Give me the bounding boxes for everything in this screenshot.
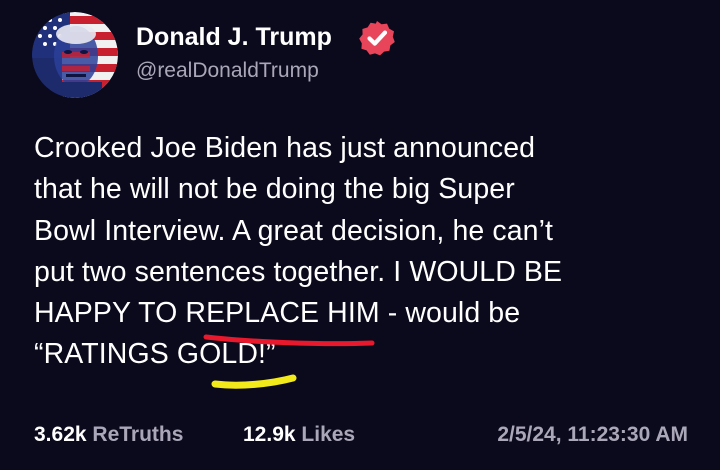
author-avatar[interactable] — [32, 12, 118, 98]
author-display-name[interactable]: Donald J. Trump — [136, 22, 332, 52]
post-body: Crooked Joe Biden has just announced tha… — [34, 128, 694, 376]
verified-badge-icon — [358, 19, 396, 57]
truth-post: Donald J. Trump @realDonaldTrump Crooked… — [0, 0, 720, 470]
post-body-line: put two sentences together. I WOULD BE — [34, 255, 563, 288]
retruths-stat[interactable]: 3.62k ReTruths — [34, 422, 183, 448]
post-body-line: Crooked Joe Biden has just announced — [34, 132, 536, 164]
likes-count: 12.9k — [243, 423, 296, 446]
retruths-count: 3.62k — [34, 423, 87, 446]
post-body-line: “RATINGS GOLD!” — [34, 338, 276, 371]
flag-portrait-avatar-icon — [32, 12, 118, 98]
likes-label: Likes — [301, 423, 356, 446]
post-timestamp[interactable]: 2/5/24, 11:23:30 AM — [497, 422, 688, 448]
retruths-label: ReTruths — [92, 423, 184, 446]
author-handle[interactable]: @realDonaldTrump — [136, 58, 319, 84]
post-body-line: HAPPY TO REPLACE HIM - would be — [34, 297, 521, 330]
post-body-line: Bowl Interview. A great decision, he can… — [34, 214, 554, 247]
post-body-line: that he will not be doing the big Super — [34, 173, 515, 206]
likes-stat[interactable]: 12.9k Likes — [243, 422, 355, 448]
